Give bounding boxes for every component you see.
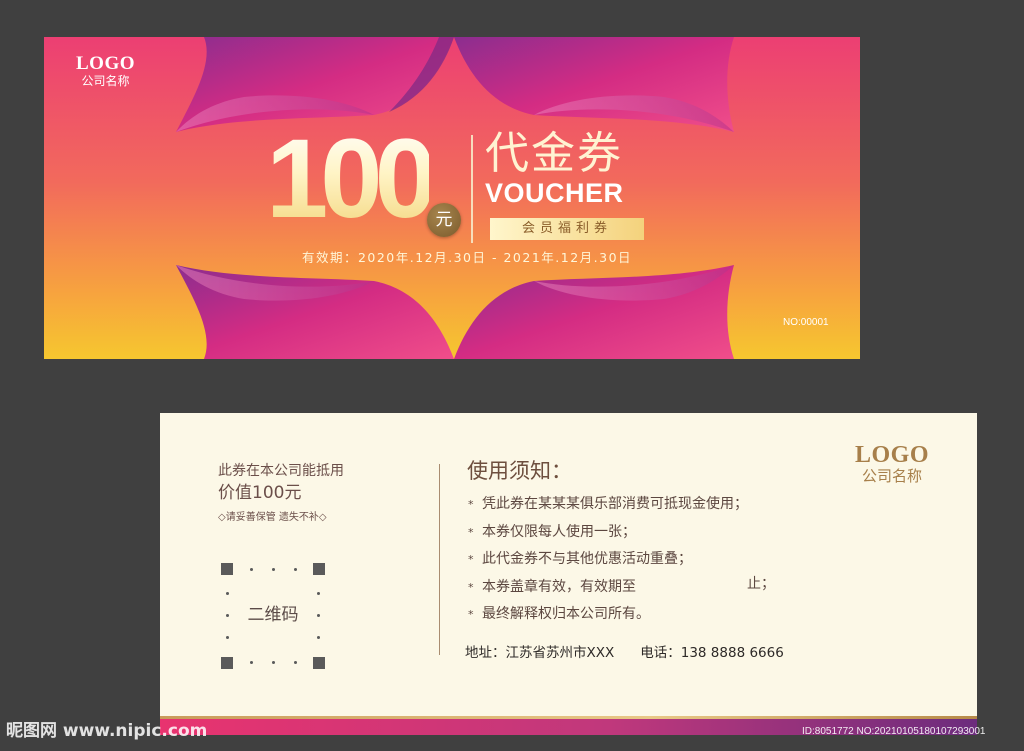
bullet-icon: * [468, 525, 474, 539]
voucher-amount: 100 [266, 116, 437, 241]
member-tag: 会员福利券 [490, 218, 644, 240]
voucher-title-en: VOUCHER [485, 178, 624, 208]
id-watermark: ID:8051772 NO:20210105180107293001 [802, 726, 986, 737]
bullet-icon: * [468, 580, 474, 594]
qr-corner [221, 563, 233, 575]
notice-item: * 凭此券在某某某俱乐部消费可抵现金使用； [468, 491, 748, 519]
logo-text: LOGO [76, 53, 136, 74]
intro-line: 此券在本公司能抵用 [218, 463, 344, 479]
qr-dot [294, 568, 297, 571]
address-value: 江苏省苏州市XXX [505, 645, 615, 661]
logo-text: LOGO [855, 442, 930, 468]
bullet-icon: * [468, 608, 474, 621]
serial-number: NO:00001 [783, 317, 829, 328]
qr-dot [226, 636, 229, 639]
contact-info: 地址：江苏省苏州市XXX 电话：138 8888 6666 [465, 643, 784, 663]
qr-dot [272, 661, 275, 664]
qr-code-placeholder: 二维码 [221, 563, 325, 669]
phone-value: 138 8888 6666 [680, 645, 784, 661]
qr-dot [272, 568, 275, 571]
notice-item: * 本券盖章有效，有效期至 [468, 574, 748, 602]
company-name: 公司名称 [862, 467, 923, 485]
back-logo: LOGO 公司名称 [855, 443, 929, 486]
qr-dot [317, 592, 320, 595]
notice-title: 使用须知： [467, 459, 572, 483]
qr-dot [226, 592, 229, 595]
voucher-back: 此券在本公司能抵用 价值100元 ◇请妥善保管 遗失不补◇ 二维码 使用须知： … [160, 413, 977, 735]
validity-period: 有效期：2020年.12月.30日 - 2021年.12月.30日 [301, 250, 633, 265]
currency-badge: 元 [427, 203, 461, 237]
address-label: 地址： [465, 645, 506, 661]
qr-dot [317, 636, 320, 639]
voucher-intro: 此券在本公司能抵用 价值100元 ◇请妥善保管 遗失不补◇ [218, 461, 344, 527]
voucher-front: LOGO 公司名称 100 元 代金券 VOUCHER 会员福利券 有效期：20… [44, 37, 860, 359]
title-divider [471, 135, 473, 243]
front-logo: LOGO 公司名称 [76, 54, 135, 89]
notice-item: * 此代金券不与其他优惠活动重叠； [468, 546, 748, 574]
notice-item: * 本券仅限每人使用一张； [468, 519, 748, 547]
voucher-title-cn: 代金券 [485, 128, 623, 179]
qr-corner [313, 563, 325, 575]
back-divider [439, 464, 440, 655]
intro-value: 价值100元 [218, 483, 302, 503]
notice-list: * 凭此券在某某某俱乐部消费可抵现金使用； * 本券仅限每人使用一张； * 此代金券不… [468, 491, 748, 629]
phone-label: 电话： [640, 645, 681, 661]
company-name: 公司名称 [81, 74, 130, 88]
notice-item: * 最终解释权归本公司所有。 [468, 601, 748, 629]
petal-decoration [176, 37, 734, 359]
qr-dot [294, 661, 297, 664]
qr-dot [250, 661, 253, 664]
qr-label: 二维码 [247, 605, 299, 625]
site-watermark: 昵图网 www.nipic.com [6, 721, 208, 741]
qr-corner [313, 657, 325, 669]
qr-corner [221, 657, 233, 669]
intro-note: ◇请妥善保管 遗失不补◇ [218, 512, 327, 523]
notice-end: 止； [747, 576, 775, 592]
qr-dot [250, 568, 253, 571]
bullet-icon: * [468, 498, 474, 511]
bullet-icon: * [468, 553, 474, 566]
